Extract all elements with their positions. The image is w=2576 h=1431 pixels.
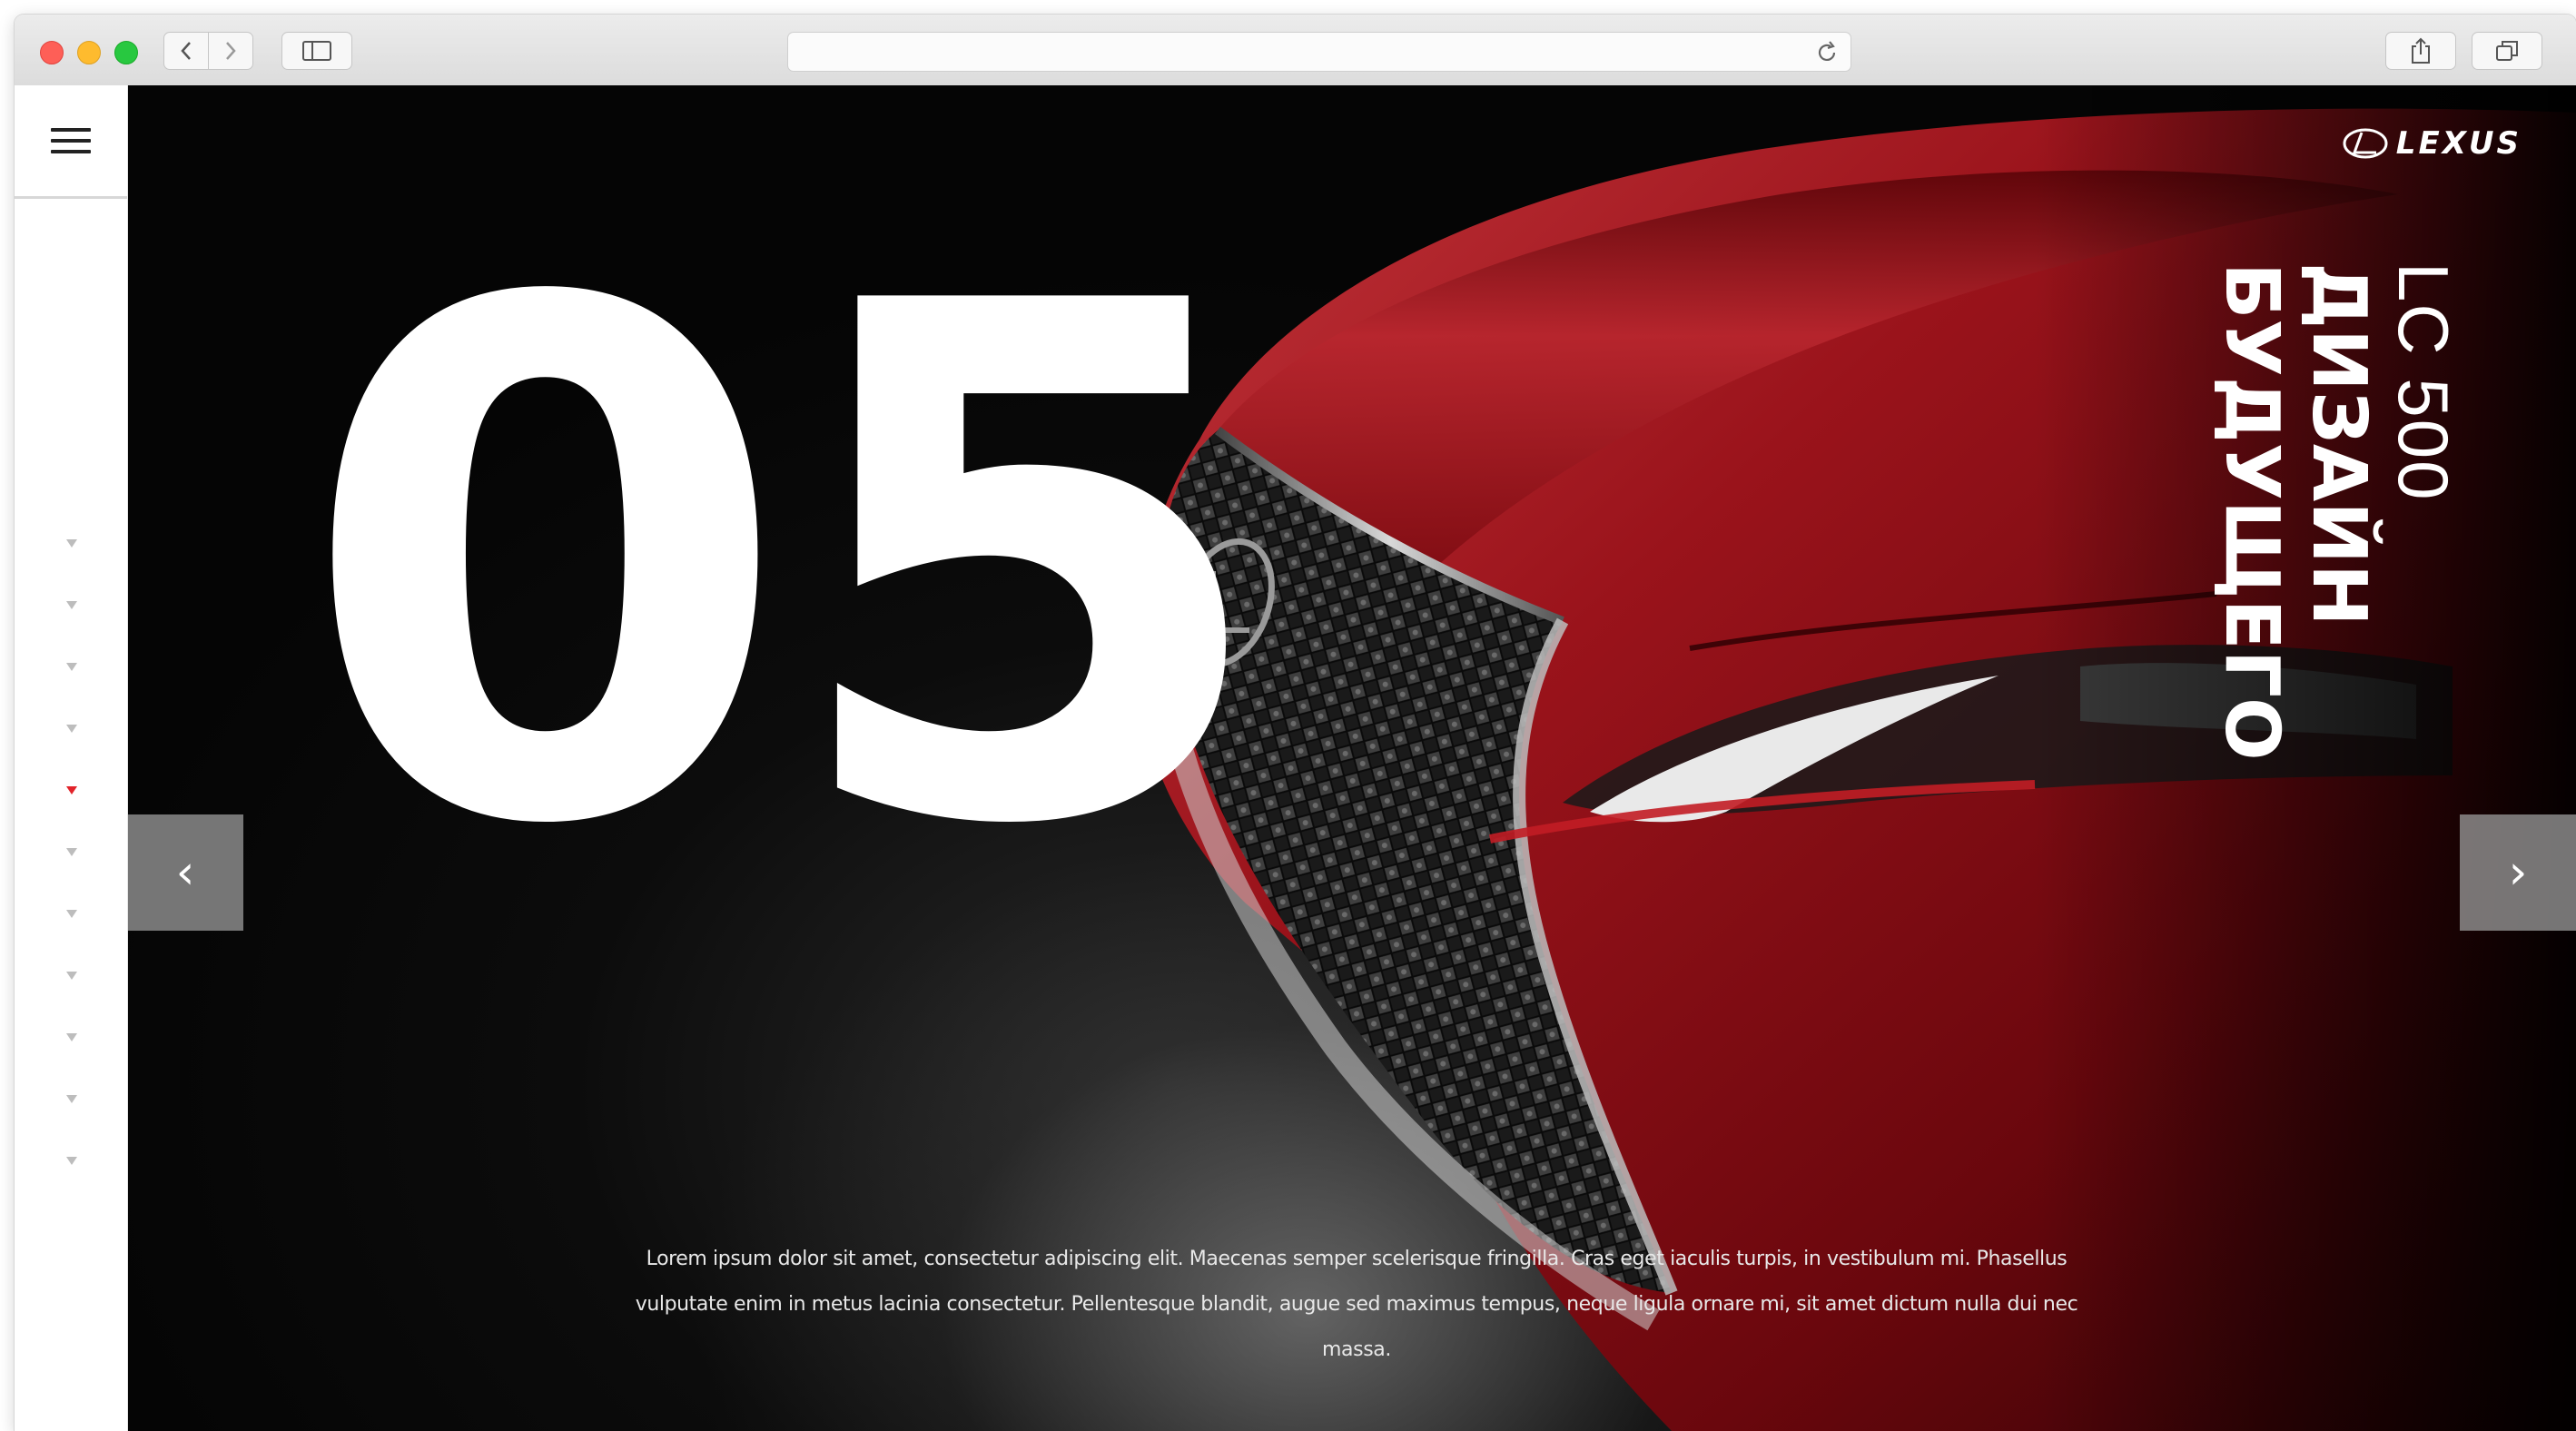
brand-logo[interactable]: LEXUS <box>2342 125 2522 162</box>
address-bar[interactable] <box>787 32 1851 72</box>
browser-window: 05 LC 500 ДИЗАЙН БУДУЩЕГО LEXUS ‹ › Lore… <box>15 15 2576 1431</box>
slide-indicator-dot[interactable] <box>66 601 77 609</box>
back-button[interactable] <box>163 32 209 70</box>
hamburger-icon <box>51 121 91 161</box>
slide-indicator-dot[interactable] <box>66 1033 77 1041</box>
slide-indicator-dot[interactable] <box>66 725 77 733</box>
slide-indicator-dot[interactable] <box>66 786 77 794</box>
sidebar-toggle-button[interactable] <box>281 32 352 70</box>
minimize-window-button[interactable] <box>77 41 101 64</box>
left-navigation-rail <box>15 85 128 1431</box>
slide-indicator-dot[interactable] <box>66 1095 77 1103</box>
hero-slide: 05 LC 500 ДИЗАЙН БУДУЩЕГО LEXUS ‹ › Lore… <box>128 85 2576 1431</box>
tabs-icon <box>2496 41 2518 61</box>
slide-number: 05 <box>299 154 1275 979</box>
slide-indicator-dot[interactable] <box>66 539 77 548</box>
next-slide-button[interactable]: › <box>2460 814 2576 931</box>
lexus-emblem-icon <box>2343 128 2388 159</box>
forward-button[interactable] <box>208 32 253 70</box>
forward-chevron-icon <box>226 42 236 60</box>
brand-name: LEXUS <box>2395 125 2522 162</box>
sidebar-icon <box>302 41 331 61</box>
back-chevron-icon <box>181 42 191 60</box>
slide-indicator-dot[interactable] <box>66 848 77 856</box>
slide-indicator-dot[interactable] <box>66 1157 77 1165</box>
slide-caption: Lorem ipsum dolor sit amet, consectetur … <box>635 1248 2078 1361</box>
close-window-button[interactable] <box>40 41 64 64</box>
slide-indicator-dot[interactable] <box>66 972 77 980</box>
menu-button[interactable] <box>15 85 127 199</box>
title-line-2: БУДУЩЕГО <box>2208 262 2295 761</box>
slide-indicator-dot[interactable] <box>66 910 77 918</box>
vertical-title: LC 500 ДИЗАЙН БУДУЩЕГО <box>2207 262 2464 761</box>
share-button[interactable] <box>2385 32 2456 70</box>
zoom-window-button[interactable] <box>114 41 138 64</box>
page-content: 05 LC 500 ДИЗАЙН БУДУЩЕГО LEXUS ‹ › Lore… <box>15 85 2576 1431</box>
share-icon <box>2412 37 2430 64</box>
tabs-overview-button[interactable] <box>2472 32 2542 70</box>
model-name: LC 500 <box>2384 262 2463 502</box>
previous-slide-button[interactable]: ‹ <box>128 814 243 931</box>
slide-indicator-dot[interactable] <box>66 663 77 671</box>
title-line-1: ДИЗАЙН <box>2295 262 2382 627</box>
reload-icon[interactable] <box>1814 40 1840 65</box>
browser-toolbar <box>15 15 2576 86</box>
